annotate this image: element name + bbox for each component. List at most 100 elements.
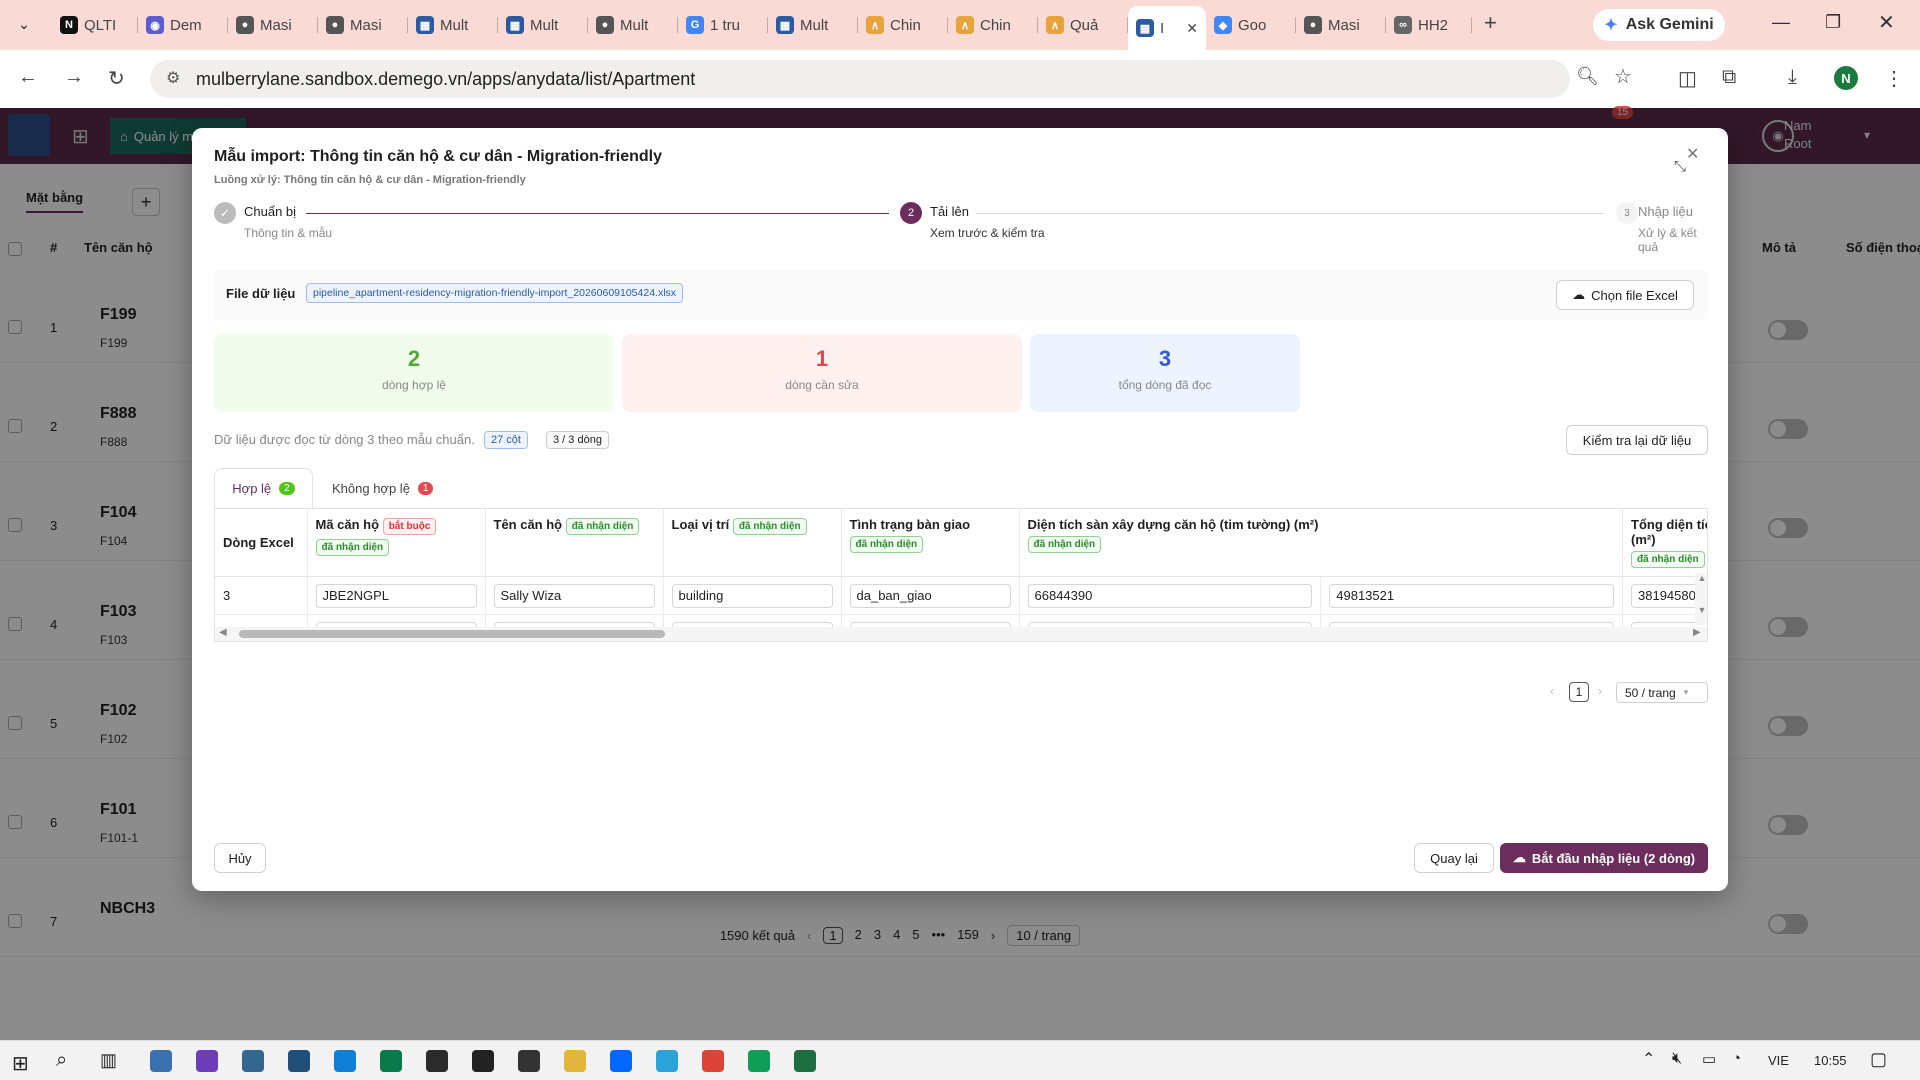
postgres-icon[interactable] (242, 1050, 264, 1072)
language-indicator[interactable]: VIE (1768, 1053, 1789, 1068)
browser-tab[interactable]: ◉ Dem (138, 8, 228, 42)
telegram-icon[interactable] (656, 1050, 678, 1072)
file-explorer-icon[interactable] (564, 1050, 586, 1072)
modal-page-current[interactable]: 1 (1569, 682, 1589, 702)
cancel-button[interactable]: Hủy (214, 843, 266, 873)
browser-tab[interactable]: ▦ Mult (768, 8, 858, 42)
bookmark-star-icon[interactable]: ☆ (1614, 64, 1632, 89)
stat-label: tổng dòng đã đọc (1118, 378, 1212, 392)
step-3-title: Nhập liệu (1638, 204, 1693, 219)
tab-favicon-icon: ▦ (776, 16, 794, 34)
modal-prev-icon[interactable]: ‹ (1550, 684, 1554, 698)
tab-invalid[interactable]: Không hợp lệ 1 (332, 468, 434, 508)
new-tab-button[interactable]: + (1484, 10, 1497, 36)
browser-tab[interactable]: ∧ Chin (858, 8, 948, 42)
chrome-dev-icon[interactable] (748, 1050, 770, 1072)
clock[interactable]: 10:55 (1814, 1053, 1847, 1068)
choose-file-button[interactable]: ☁ Chọn file Excel (1556, 280, 1694, 310)
profile-avatar[interactable]: N (1834, 66, 1858, 90)
table-row: 3 JBE2NGPL Sally Wiza building da_ban_giao 66… (215, 576, 1707, 615)
reload-icon[interactable]: ↻ (108, 66, 125, 91)
github-icon[interactable] (472, 1050, 494, 1072)
valid-count-badge: 2 (279, 482, 295, 495)
tab-search-chevron-icon[interactable]: ⌄ (12, 12, 36, 36)
browser-tab[interactable]: ▦ Mult (408, 8, 498, 42)
browser-tab[interactable]: ● Mult (588, 8, 678, 42)
browser-tab[interactable]: G 1 tru (678, 8, 768, 42)
browser-tab[interactable]: ∧ Quả (1038, 8, 1128, 42)
visual-studio-icon[interactable] (196, 1050, 218, 1072)
cell-input[interactable]: building (671, 583, 833, 608)
horizontal-scroll-thumb[interactable] (239, 630, 665, 638)
site-info-icon[interactable]: ⚙ (166, 68, 180, 88)
tab-title: I (1160, 19, 1165, 37)
windows-taskbar: ⊞ ⌕ ▥ ⌃ 🔇︎ ▭ ◔ VIE 10:55 ▢ (0, 1040, 1920, 1080)
detected-tag: đã nhận diện (732, 518, 807, 535)
cell-input[interactable]: da_ban_giao (849, 583, 1011, 608)
cell-input[interactable]: Sally Wiza (493, 583, 655, 608)
collapse-icon[interactable]: ⤡ (1674, 158, 1686, 175)
browser-tab[interactable]: ● Masi (1296, 8, 1386, 42)
modal-page-size[interactable]: 50 / trang ▾ (1616, 682, 1708, 703)
browser-tab[interactable]: ▦ I ✕ (1128, 6, 1206, 50)
close-tab-icon[interactable]: ✕ (1186, 20, 1198, 37)
notification-center-icon[interactable]: ▢ (1870, 1049, 1887, 1070)
stat-label: dòng hợp lệ (382, 378, 446, 392)
excel-icon[interactable] (794, 1050, 816, 1072)
unity-icon[interactable] (518, 1050, 540, 1072)
scroll-right-icon[interactable]: ▶ (1693, 627, 1701, 638)
url-bar[interactable]: ⚙ mulberrylane.sandbox.demego.vn/apps/an… (150, 60, 1632, 98)
windows-start-icon[interactable]: ⊞ (12, 1051, 29, 1076)
browser-tab[interactable]: ◆ Goo (1206, 8, 1296, 42)
back-button[interactable]: Quay lại (1414, 843, 1494, 873)
battery-icon[interactable]: ▭ (1702, 1050, 1716, 1068)
cell-input[interactable]: JBE2NGPL (315, 583, 477, 608)
tray-chevron-icon[interactable]: ⌃ (1642, 1049, 1655, 1069)
modal-next-icon[interactable]: › (1598, 684, 1602, 698)
volume-muted-icon[interactable]: 🔇︎ (1672, 1050, 1682, 1068)
tab-valid[interactable]: Hợp lệ 2 (214, 468, 313, 508)
ask-gemini-button[interactable]: ✦ Ask Gemini (1593, 9, 1725, 41)
column-title: Tình trạng bàn giao (849, 517, 971, 532)
step-3-number: 3 (1616, 202, 1638, 224)
column-header: Loại vị trí đã nhận diện (663, 509, 842, 577)
terminal-icon[interactable] (380, 1050, 402, 1072)
cell-input[interactable]: 66844390 (1027, 583, 1313, 608)
camera-icon[interactable]: ◫ (1678, 66, 1697, 91)
scroll-left-icon[interactable]: ◀ (219, 627, 227, 638)
taskbar-search-icon[interactable]: ⌕ (56, 1049, 67, 1072)
recheck-button[interactable]: Kiểm tra lại dữ liệu (1566, 425, 1708, 455)
scroll-up-icon[interactable]: ▲ (1695, 573, 1707, 583)
tab-title: Mult (440, 16, 469, 34)
scroll-down-icon[interactable]: ▼ (1695, 605, 1707, 615)
extensions-icon[interactable]: ⧉ (1722, 66, 1736, 89)
browser-menu-icon[interactable]: ⋮ (1884, 66, 1904, 91)
wifi-icon[interactable]: ◔ (1732, 1050, 1741, 1067)
upload-icon: ☁ (1572, 287, 1586, 302)
zalo-icon[interactable] (610, 1050, 632, 1072)
browser-tab[interactable]: ▦ Mult (498, 8, 588, 42)
modal-close-icon[interactable]: ✕ (1686, 144, 1699, 164)
start-import-button[interactable]: ☁ Bắt đầu nhập liệu (2 dòng) (1500, 843, 1708, 873)
task-view-icon[interactable]: ▥ (100, 1050, 117, 1071)
horizontal-scrollbar[interactable]: ◀ ▶ (215, 627, 1707, 641)
ssms-icon[interactable] (288, 1050, 310, 1072)
back-arrow-icon[interactable]: ← (18, 66, 38, 89)
browser-tab[interactable]: ∧ Chin (948, 8, 1038, 42)
download-icon[interactable]: ⤓ (1788, 66, 1797, 89)
vscode-icon[interactable] (334, 1050, 356, 1072)
camera-app-icon[interactable] (150, 1050, 172, 1072)
browser-tab[interactable]: ∞ HH2 (1386, 8, 1472, 42)
minimize-icon[interactable]: — (1772, 12, 1790, 33)
close-window-icon[interactable]: ✕ (1878, 10, 1895, 35)
dbeaver-icon[interactable] (426, 1050, 448, 1072)
zoom-icon[interactable]: 🔍︎ (1576, 66, 1599, 87)
chrome-icon[interactable] (702, 1050, 724, 1072)
forward-arrow-icon[interactable]: → (64, 66, 84, 89)
browser-tab[interactable]: ● Masi (228, 8, 318, 42)
browser-tab[interactable]: N QLTI (52, 8, 138, 42)
cell-input[interactable]: 49813521 (1329, 583, 1614, 608)
restore-icon[interactable]: ❐ (1825, 12, 1841, 33)
browser-tab[interactable]: ● Masi (318, 8, 408, 42)
vertical-scrollbar[interactable]: ▲ ▼ (1695, 573, 1707, 625)
